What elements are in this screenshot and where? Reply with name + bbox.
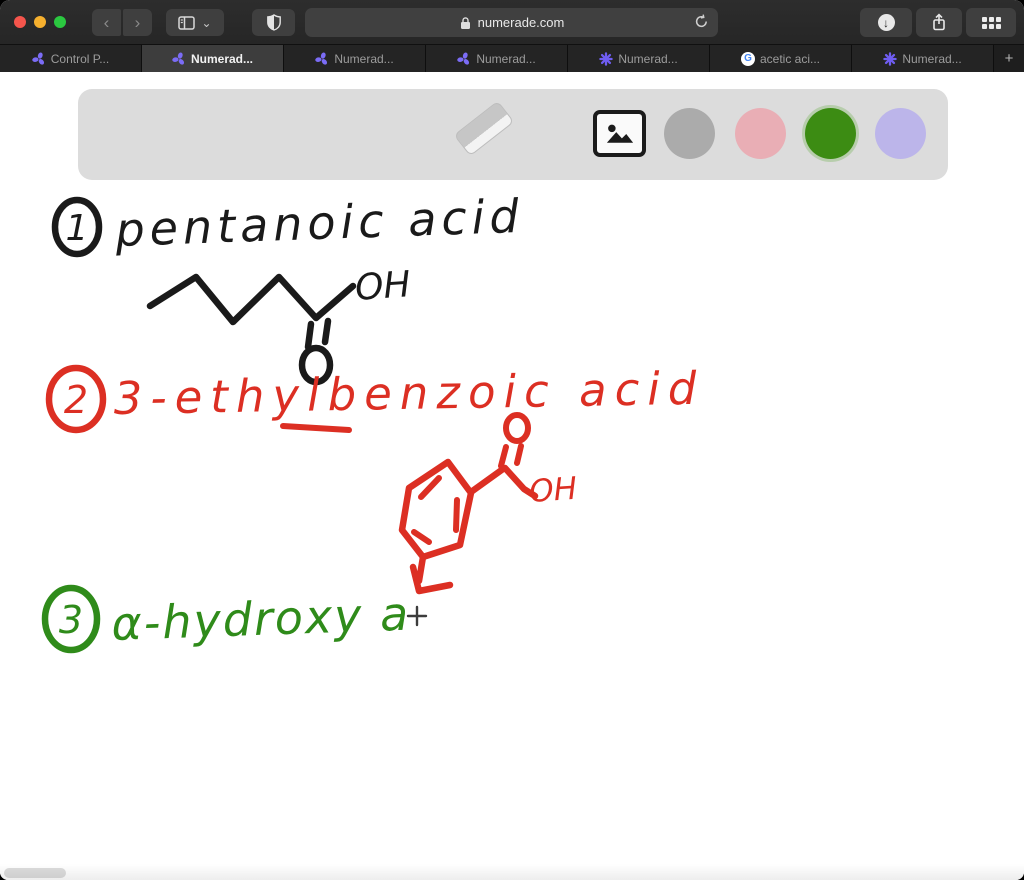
annotation-number: 3 bbox=[59, 598, 83, 642]
color-swatch-purple[interactable] bbox=[875, 108, 926, 159]
annotation-label: α-hydroxy a bbox=[110, 587, 411, 651]
crosshair-cursor bbox=[406, 605, 428, 627]
annotation-ethylbenzoic-acid: 2 3-ethylbenzoic acid OH bbox=[45, 362, 705, 595]
insert-image-button[interactable] bbox=[593, 110, 646, 157]
benzene-inner-double-bonds bbox=[411, 475, 460, 545]
pentanoic-chain-stroke bbox=[146, 273, 357, 326]
eraser-tool-icon[interactable] bbox=[453, 100, 515, 157]
annotation-pentanoic-acid: 1 pentanoic acid OH bbox=[51, 189, 524, 386]
benzene-ring bbox=[398, 458, 475, 561]
ring-to-carboxyl-bond bbox=[467, 465, 507, 496]
annotation-label: 3-ethylbenzoic acid bbox=[113, 362, 705, 425]
image-icon bbox=[606, 124, 633, 143]
whiteboard-toolbar bbox=[78, 89, 948, 180]
annotation-alpha-hydroxy: 3 α-hydroxy a bbox=[41, 584, 411, 654]
benzoic-carbonyl-O bbox=[503, 412, 531, 444]
benzoic-carbonyl-double-bond bbox=[498, 443, 524, 469]
color-swatch-gray[interactable] bbox=[664, 108, 715, 159]
ben-underline-stroke bbox=[280, 423, 352, 433]
annotation-number: 1 bbox=[66, 208, 89, 249]
ethyl-group-stroke bbox=[409, 553, 454, 595]
browser-window: ‹ › ⌄ numerade.com ↓ Control P... Numera… bbox=[0, 0, 1024, 880]
pentanoic-carbonyl-double-bond bbox=[304, 317, 332, 351]
color-swatch-pink[interactable] bbox=[735, 108, 786, 159]
pentanoic-oh-label: OH bbox=[354, 264, 412, 309]
annotation-number: 2 bbox=[64, 378, 88, 422]
color-swatch-green[interactable] bbox=[805, 108, 856, 159]
annotation-label: pentanoic acid bbox=[113, 189, 524, 257]
benzoic-oh-label: OH bbox=[528, 471, 578, 510]
